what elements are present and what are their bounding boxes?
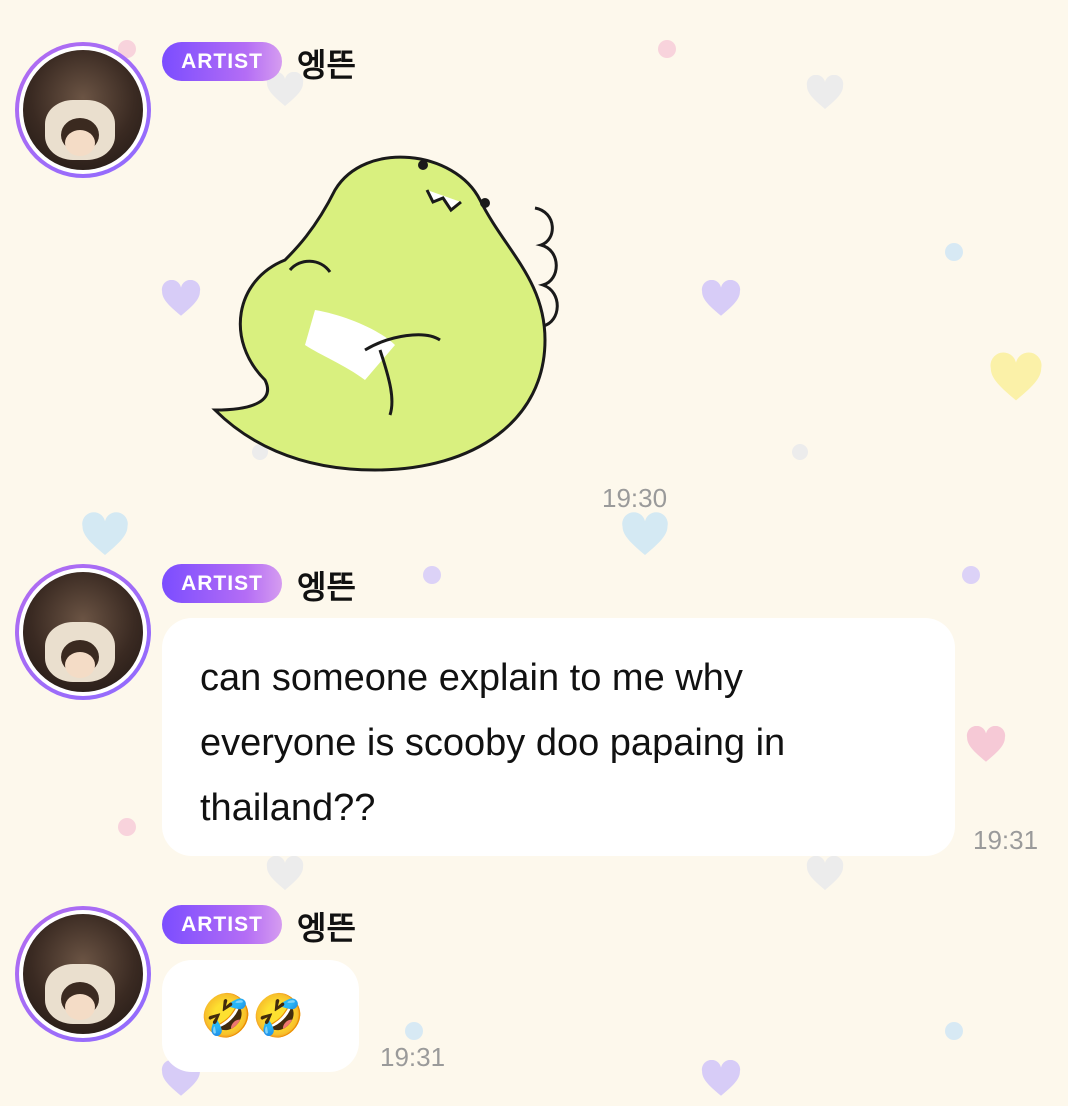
timestamp: 19:31	[380, 1042, 446, 1072]
dot-decor	[658, 40, 676, 58]
heart-icon	[701, 280, 741, 316]
dot-decor	[945, 243, 963, 261]
avatar-photo	[23, 914, 143, 1034]
heart-icon	[806, 856, 844, 890]
heart-icon	[966, 726, 1006, 762]
dot-decor	[423, 566, 441, 584]
avatar[interactable]	[15, 906, 151, 1042]
heart-icon	[161, 280, 201, 316]
message-line: everyone is scooby doo papaing in	[200, 722, 786, 764]
heart-icon	[82, 512, 128, 555]
sticker-eye	[480, 198, 490, 208]
author-name[interactable]: 엥뜬	[297, 562, 356, 608]
message-line: thailand??	[200, 787, 376, 829]
heart-icon	[806, 75, 844, 109]
heart-icon	[990, 352, 1042, 401]
timestamp: 19:31	[973, 825, 1039, 855]
avatar-photo	[23, 572, 143, 692]
timestamp: 19:30	[602, 483, 668, 513]
message-line: can someone explain to me why	[200, 657, 743, 699]
artist-badge: ARTIST	[162, 42, 282, 81]
heart-icon	[622, 512, 668, 555]
sticker-body	[211, 155, 547, 472]
emoji-text: 🤣🤣	[200, 991, 305, 1040]
message-bubble[interactable]: 🤣🤣	[162, 960, 359, 1072]
dot-decor	[945, 1022, 963, 1040]
dot-decor	[118, 818, 136, 836]
dinosaur-sticker[interactable]	[205, 140, 565, 480]
dot-decor	[962, 566, 980, 584]
message-bubble[interactable]: can someone explain to me why everyone i…	[162, 618, 955, 856]
dot-decor	[405, 1022, 423, 1040]
avatar-photo	[23, 50, 143, 170]
artist-badge: ARTIST	[162, 564, 282, 603]
author-name[interactable]: 엥뜬	[297, 40, 356, 86]
avatar[interactable]	[15, 42, 151, 178]
sticker-eye	[418, 160, 428, 170]
heart-icon	[701, 1060, 741, 1096]
author-name[interactable]: 엥뜬	[297, 903, 356, 949]
dot-decor	[792, 444, 808, 460]
heart-icon	[266, 856, 304, 890]
artist-badge: ARTIST	[162, 905, 282, 944]
avatar[interactable]	[15, 564, 151, 700]
